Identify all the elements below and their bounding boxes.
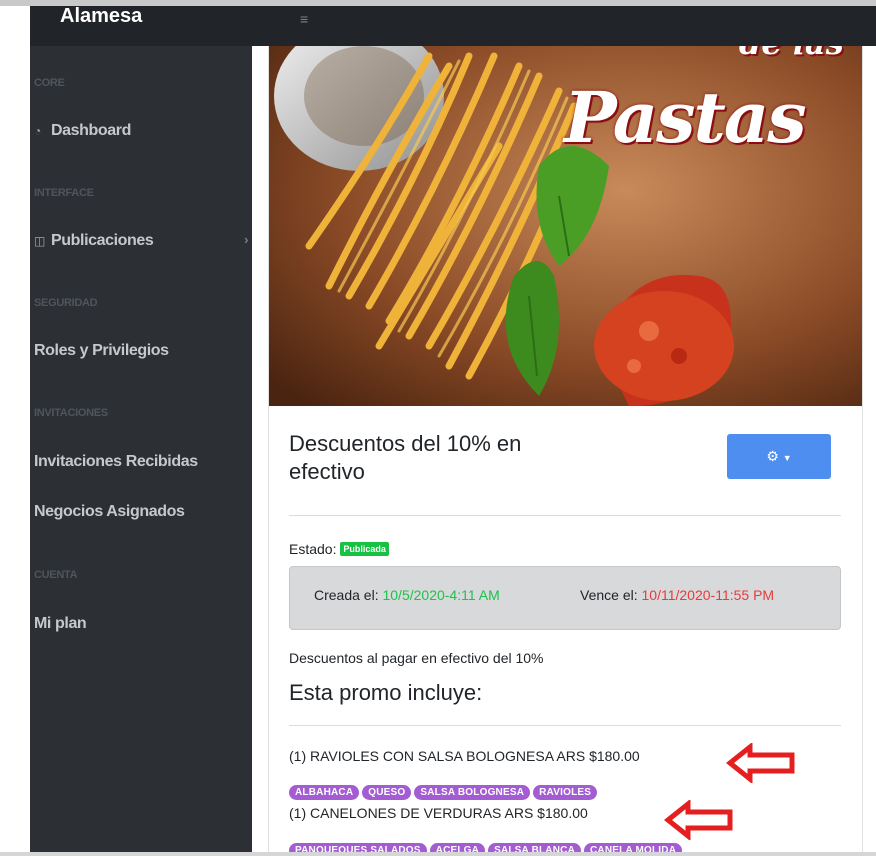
- columns-icon: ◫: [34, 234, 45, 248]
- hero-title-small: de las: [739, 46, 844, 62]
- status-label: Estado:: [289, 541, 337, 557]
- list-item: (1) RAVIOLES CON SALSA BOLOGNESA ARS $18…: [289, 748, 640, 764]
- hamburger-icon[interactable]: ≡: [300, 11, 308, 27]
- tag: ACELGA: [429, 843, 486, 852]
- sidebar-item-label: Dashboard: [51, 122, 131, 139]
- sidebar-item-mi-plan[interactable]: Mi plan: [34, 615, 87, 633]
- created-label: Creada el:: [314, 587, 379, 603]
- divider: [289, 725, 841, 726]
- tag: PANQUEQUES SALADOS: [289, 843, 427, 852]
- window-bottom-edge: [0, 852, 876, 856]
- tag: SALSA BLANCA: [488, 843, 581, 852]
- includes-heading: Esta promo incluye:: [289, 680, 483, 705]
- list-item: (1) CANELONES DE VERDURAS ARS $180.00: [289, 805, 588, 821]
- expires-label: Vence el:: [580, 587, 638, 603]
- promo-image: de las Pastas: [269, 46, 862, 406]
- sidebar-item-dashboard[interactable]: ◔ Dashboard: [34, 122, 131, 140]
- divider: [289, 515, 841, 516]
- tag-list: ALBAHACA QUESO SALSA BOLOGNESA RAVIOLES: [289, 782, 600, 800]
- sidebar-heading-invitaciones: INVITACIONES: [34, 407, 108, 419]
- actions-dropdown-button[interactable]: ⚙ ▼: [727, 434, 831, 479]
- sidebar-item-roles[interactable]: Roles y Privilegios: [34, 342, 169, 360]
- hero-title: Pastas: [564, 76, 807, 159]
- promo-description: Descuentos al pagar en efectivo del 10%: [289, 650, 544, 666]
- created-value: 10/5/2020-4:11 AM: [382, 587, 500, 603]
- sidebar-item-negocios-asignados[interactable]: Negocios Asignados: [34, 503, 185, 521]
- status-row: Estado: Publicada: [289, 541, 389, 557]
- caret-down-icon: ▼: [782, 453, 792, 463]
- promo-card: de las Pastas Descuentos del 10% en efec…: [268, 46, 863, 852]
- sidebar-heading-cuenta: CUENTA: [34, 569, 78, 581]
- created-date: Creada el: 10/5/2020-4:11 AM: [314, 587, 500, 603]
- expires-date: Vence el: 10/11/2020-11:55 PM: [580, 587, 774, 603]
- chevron-right-icon: ›: [244, 232, 248, 247]
- sidebar-item-publicaciones[interactable]: ◫ Publicaciones ›: [34, 232, 248, 250]
- tag-list: PANQUEQUES SALADOS ACELGA SALSA BLANCA CANE…: [289, 840, 685, 852]
- sidebar-heading-interface: INTERFACE: [34, 187, 94, 199]
- sidebar-heading-core: CORE: [34, 77, 65, 89]
- tag: ALBAHACA: [289, 785, 360, 800]
- tag: SALSA BOLOGNESA: [414, 785, 531, 800]
- annotation-arrow-icon: [664, 800, 733, 840]
- dates-panel: Creada el: 10/5/2020-4:11 AM Vence el: 1…: [289, 566, 841, 630]
- dashboard-icon: ◔: [34, 124, 41, 138]
- sidebar-heading-seguridad: SEGURIDAD: [34, 297, 98, 309]
- tag: CANELA MOLIDA: [584, 843, 683, 852]
- gears-icon: ⚙: [766, 448, 779, 464]
- top-navbar: Alamesa ≡: [30, 5, 876, 46]
- sidebar-item-invitaciones-recibidas[interactable]: Invitaciones Recibidas: [34, 453, 198, 471]
- annotation-arrow-icon: [726, 743, 795, 783]
- tag: QUESO: [362, 785, 412, 800]
- brand-name[interactable]: Alamesa: [60, 5, 142, 28]
- status-badge: Publicada: [340, 542, 389, 557]
- expires-value: 10/11/2020-11:55 PM: [641, 587, 775, 603]
- sidebar-item-label: Publicaciones: [51, 232, 154, 249]
- tag: RAVIOLES: [533, 785, 598, 800]
- sidebar: CORE ◔ Dashboard INTERFACE ◫ Publicaciones…: [30, 46, 252, 852]
- promo-title: Descuentos del 10% en efectivo: [289, 431, 522, 484]
